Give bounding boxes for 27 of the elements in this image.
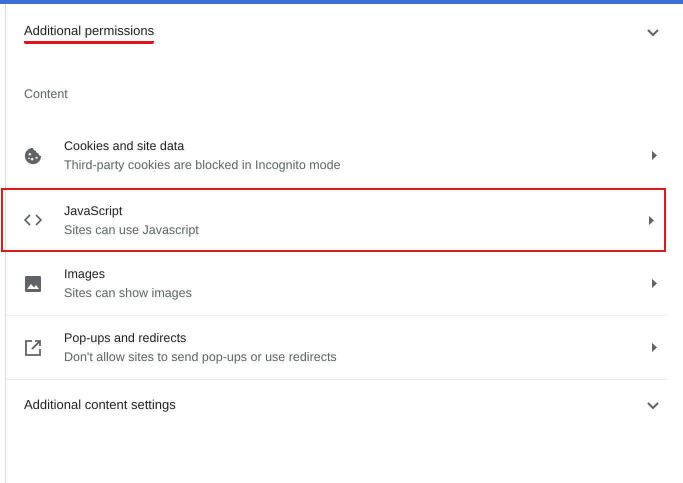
arrow-icon — [652, 343, 657, 352]
expand-row[interactable]: Additional content settings — [6, 380, 667, 432]
item-description: Sites can show images — [64, 286, 193, 300]
code-icon — [24, 214, 42, 226]
section-label: Content — [23, 86, 69, 103]
section-title: Additional permissions — [24, 22, 154, 44]
settings-item[interactable]: Pop-ups and redirects Don't allow sites to send pop-ups or use redirects — [6, 316, 667, 380]
arrow-icon — [652, 151, 657, 160]
image-icon — [24, 274, 42, 292]
expand-row[interactable]: Additional permissions — [6, 4, 667, 62]
arrow-icon — [649, 216, 654, 224]
item-title: Pop-ups and redirects — [64, 331, 188, 345]
item-title: JavaScript — [64, 204, 124, 218]
settings-item[interactable]: Images Sites can show images — [6, 252, 667, 316]
settings-item[interactable]: JavaScript Sites can use Javascript — [1, 188, 666, 252]
settings-item[interactable]: Cookies and site data Third-party cookies are blocked in Incognito mode — [6, 124, 667, 188]
item-description: Sites can use Javascript — [64, 222, 200, 236]
open-in-new-icon — [24, 338, 42, 356]
arrow-icon — [652, 279, 657, 288]
item-title: Images — [64, 267, 106, 281]
item-title: Cookies and site data — [64, 139, 186, 153]
cookie-icon — [24, 146, 42, 164]
chevron-icon — [647, 402, 659, 410]
chevron-icon — [647, 29, 659, 37]
section-title: Additional content settings — [24, 397, 176, 414]
item-description: Third-party cookies are blocked in Incognito mode — [64, 158, 342, 172]
item-description: Don't allow sites to send pop-ups or use redirects — [64, 350, 338, 364]
